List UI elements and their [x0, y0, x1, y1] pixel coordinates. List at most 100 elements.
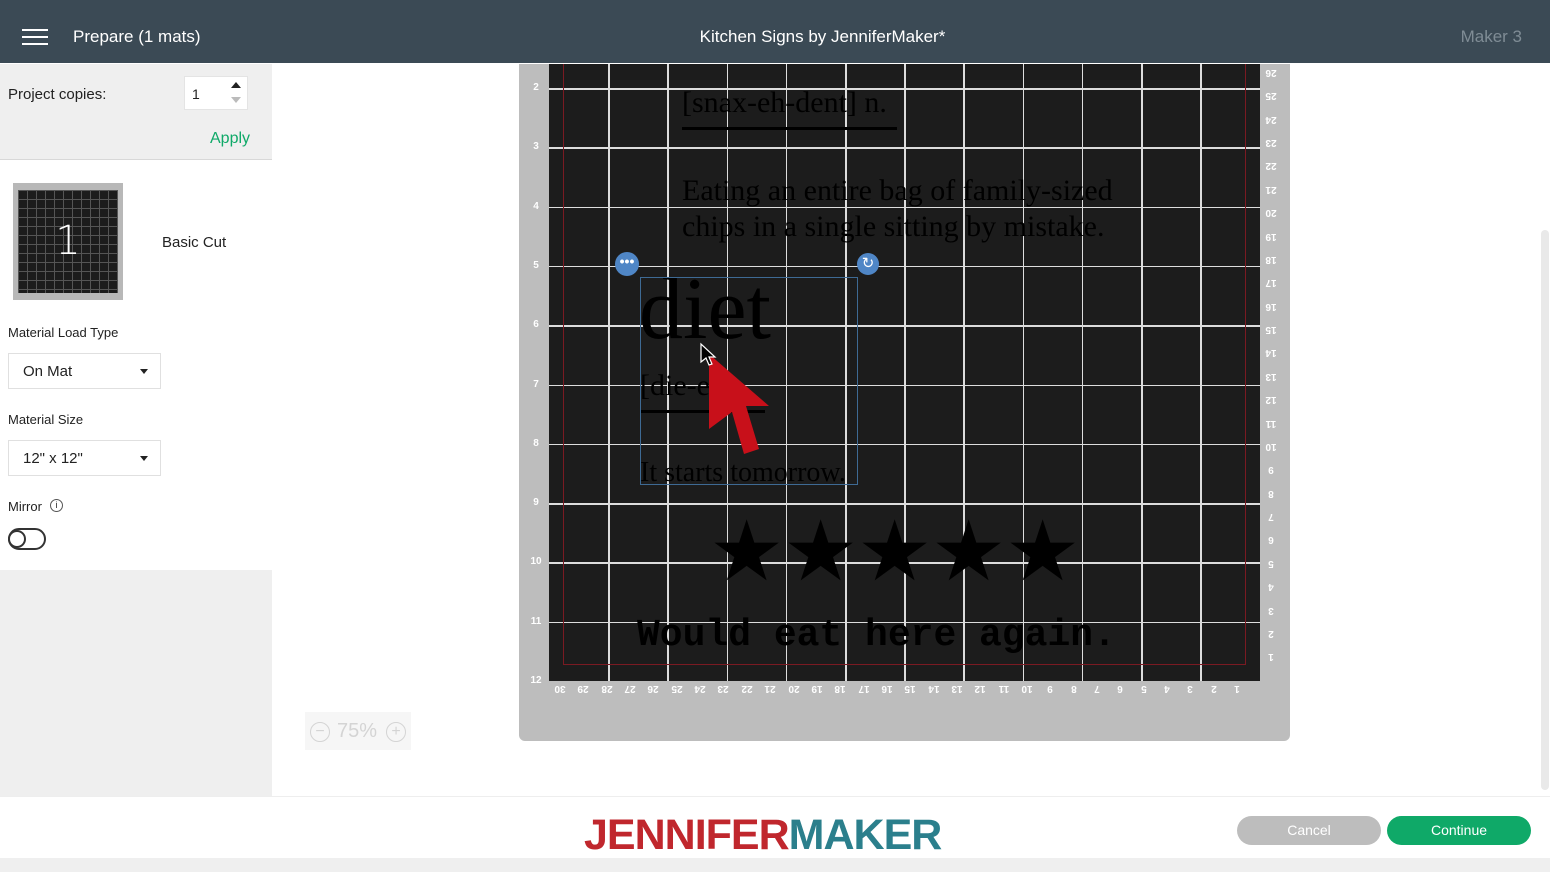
mat-name: Basic Cut: [162, 234, 227, 251]
ruler-label-right: 12: [1265, 394, 1277, 406]
top-bar: Prepare (1 mats) Kitchen Signs by Jennif…: [0, 0, 1550, 63]
ruler-label-bottom: 21: [764, 683, 776, 694]
ruler-label-left: 8: [533, 437, 539, 449]
load-type-value: On Mat: [23, 363, 73, 380]
increment-icon[interactable]: [231, 82, 241, 88]
stars-row[interactable]: ★ ★ ★ ★ ★: [709, 509, 1089, 593]
ruler-label-left: 3: [533, 141, 539, 153]
ruler-label-right: 16: [1265, 300, 1277, 312]
ruler-label-right: 19: [1265, 230, 1277, 242]
ruler-label-right: 6: [1268, 534, 1274, 546]
jennifermaker-logo: JENNIFERMAKER: [584, 811, 942, 859]
load-type-select[interactable]: On Mat: [8, 353, 161, 389]
ruler-label-right: 18: [1265, 253, 1277, 265]
ruler-label-bottom: 8: [1070, 683, 1077, 694]
ruler-label-bottom: 11: [998, 683, 1009, 694]
ruler-label-left: 10: [530, 556, 542, 568]
definition-line-1[interactable]: Eating an entire bag of family-sized: [682, 174, 1113, 208]
ruler-label-bottom: 22: [741, 683, 753, 694]
star-icon: ★: [709, 504, 785, 598]
cancel-button[interactable]: Cancel: [1237, 816, 1381, 845]
footer-text[interactable]: Would eat here again.: [637, 614, 1116, 657]
zoom-level: 75%: [337, 720, 378, 742]
ruler-label-right: 9: [1268, 464, 1274, 476]
ruler-label-bottom: 14: [928, 683, 940, 694]
ruler-label-right: 22: [1265, 160, 1277, 172]
ruler-label-right: 21: [1265, 183, 1277, 195]
mat-settings: 1 Basic Cut Material Load Type On Mat Ma…: [0, 160, 272, 570]
size-select[interactable]: 12" x 12": [8, 440, 161, 476]
scrollbar[interactable]: [1541, 230, 1549, 790]
ruler-label-right: 24: [1265, 113, 1277, 125]
chevron-down-icon: [140, 456, 148, 461]
ruler-label-left: 5: [533, 259, 539, 271]
continue-button[interactable]: Continue: [1387, 816, 1531, 845]
ruler-label-left: 7: [533, 378, 539, 390]
ruler-label-bottom: 18: [834, 683, 846, 694]
ruler-label-bottom: 9: [1047, 683, 1054, 694]
size-label: Material Size: [8, 412, 84, 427]
info-icon[interactable]: i: [50, 499, 63, 512]
ruler-label-bottom: 5: [1140, 683, 1147, 694]
star-icon: ★: [857, 504, 933, 598]
ruler-label-right: 23: [1265, 137, 1277, 149]
red-arrow-icon: [700, 342, 769, 454]
ruler-label-right: 20: [1265, 207, 1277, 219]
size-value: 12" x 12": [23, 450, 83, 467]
star-icon: ★: [931, 504, 1007, 598]
star-icon: ★: [783, 504, 859, 598]
machine-name[interactable]: Maker 3: [1461, 27, 1522, 47]
zoom-control: − 75% +: [305, 712, 411, 750]
ruler-label-left: 9: [533, 497, 539, 509]
ruler-label-right: 13: [1265, 370, 1277, 382]
copies-panel: Project copies: 1 Apply: [0, 64, 272, 160]
zoom-in-icon[interactable]: +: [386, 722, 406, 742]
mirror-toggle[interactable]: [8, 528, 46, 550]
decrement-icon[interactable]: [231, 97, 241, 103]
apply-button[interactable]: Apply: [210, 130, 250, 148]
ruler-label-bottom: 25: [671, 683, 683, 694]
ruler-label-bottom: 12: [974, 683, 986, 694]
ruler-label-right: 7: [1268, 511, 1274, 523]
footer: JENNIFERMAKER Cancel Continue: [0, 796, 1550, 859]
ruler-label-bottom: 24: [694, 683, 706, 694]
ruler-label-right: 5: [1268, 557, 1274, 569]
ruler-label-bottom: 6: [1117, 683, 1124, 694]
copies-label: Project copies:: [8, 86, 107, 103]
mat-canvas: [snax-eh-dent] n. Eating an entire bag o…: [549, 64, 1260, 681]
ruler-label-right: 8: [1268, 487, 1274, 499]
ruler-label-right: 15: [1265, 324, 1277, 336]
ruler-label-bottom: 19: [811, 683, 823, 694]
ruler-label-bottom: 2: [1211, 683, 1217, 694]
zoom-out-icon[interactable]: −: [310, 722, 330, 742]
star-icon: ★: [1005, 504, 1081, 598]
ruler-label-left: 12: [530, 675, 542, 686]
ruler-label-bottom: 23: [717, 683, 729, 694]
rotate-icon[interactable]: ↻: [857, 253, 879, 275]
ruler-label-right: 17: [1265, 277, 1277, 289]
more-options-icon[interactable]: •••: [615, 252, 639, 276]
definition-line-2[interactable]: chips in a single sitting by mistake.: [682, 210, 1104, 244]
ruler-label-right: 26: [1265, 67, 1277, 78]
ruler-label-right: 2: [1268, 627, 1274, 639]
ruler-label-left: 2: [533, 82, 539, 93]
ruler-label-bottom: 28: [601, 683, 613, 694]
ruler-label-bottom: 30: [554, 683, 566, 694]
ruler-label-bottom: 7: [1094, 683, 1100, 694]
ruler-label-right: 3: [1268, 604, 1274, 616]
ruler-label-bottom: 26: [647, 683, 659, 694]
ruler-label-bottom: 20: [787, 683, 800, 694]
ruler-label-left: 4: [533, 200, 539, 212]
ruler-label-right: 10: [1265, 440, 1277, 452]
copies-stepper[interactable]: 1: [184, 76, 248, 110]
ruler-label-bottom: 3: [1187, 683, 1194, 694]
load-type-label: Material Load Type: [8, 325, 119, 340]
mat-thumbnail[interactable]: 1: [13, 183, 123, 300]
ruler-label-bottom: 27: [624, 683, 636, 694]
design-pronunciation[interactable]: [snax-eh-dent] n.: [682, 86, 887, 120]
ruler-label-bottom: 10: [1021, 683, 1033, 694]
mat-number: 1: [55, 218, 81, 264]
copies-value[interactable]: 1: [192, 86, 200, 102]
ruler-label-right: 14: [1265, 347, 1277, 359]
project-title: Kitchen Signs by JenniferMaker*: [699, 27, 946, 46]
